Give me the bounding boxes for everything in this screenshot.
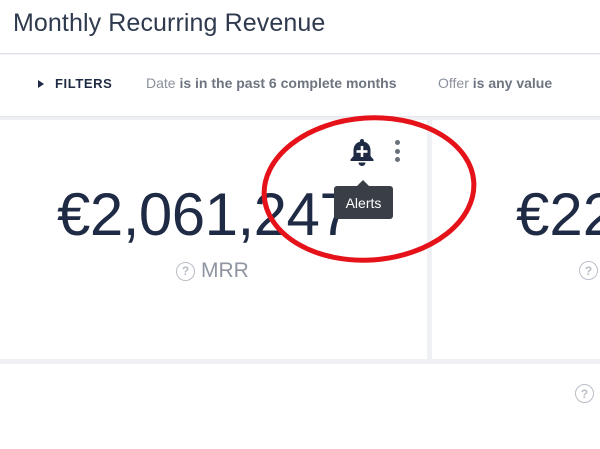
dot xyxy=(394,157,400,162)
kpi-label-row: ? MRR xyxy=(176,259,249,283)
more-options-button[interactable] xyxy=(390,138,404,164)
page-title: Monthly Recurring Revenue xyxy=(13,9,326,37)
alerts-tooltip: Alerts xyxy=(334,180,393,219)
help-icon[interactable]: ? xyxy=(579,261,598,280)
help-icon[interactable]: ? xyxy=(176,261,195,281)
bell-plus-icon xyxy=(350,139,374,166)
bottom-card: ? xyxy=(0,364,600,449)
filters-toggle[interactable]: FILTERS xyxy=(38,76,112,91)
dot xyxy=(394,140,400,145)
secondary-kpi-card: €22 ? xyxy=(432,120,600,359)
filters-label: FILTERS xyxy=(55,76,113,91)
page-header: Monthly Recurring Revenue xyxy=(0,0,600,54)
filter-chip-offer[interactable]: Offer is any value xyxy=(438,75,552,91)
mrr-kpi-card: €2,061,247 ? MRR xyxy=(0,120,427,359)
filter-field: Date xyxy=(146,75,176,91)
kpi-value: €2,061,247 xyxy=(57,181,353,248)
filter-condition: is in the past 6 complete months xyxy=(179,75,397,91)
help-icon[interactable]: ? xyxy=(575,384,594,403)
kpi-label: MRR xyxy=(201,259,249,282)
filter-chip-date[interactable]: Date is in the past 6 complete months xyxy=(146,75,397,91)
kpi-value: €22 xyxy=(516,181,600,248)
filters-bar: FILTERS Date is in the past 6 complete m… xyxy=(0,55,600,117)
alerts-button[interactable] xyxy=(348,137,376,167)
dot xyxy=(394,148,400,154)
caret-right-icon xyxy=(38,79,44,88)
filter-field: Offer xyxy=(438,75,469,91)
filter-condition: is any value xyxy=(472,75,553,91)
